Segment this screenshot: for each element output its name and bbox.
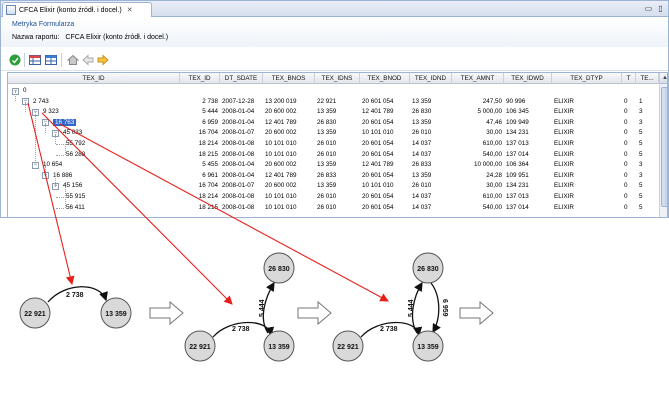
edge-label: 2 738: [232, 326, 250, 333]
edge-label: 2 738: [380, 326, 398, 333]
edge-label: 2 738: [66, 292, 84, 299]
link-arrow-stage1: [27, 102, 75, 286]
node-label: 13 359: [268, 344, 290, 351]
edge-label: 6 959: [441, 299, 448, 317]
edge-label: 5 444: [408, 299, 415, 317]
node-label: 26 830: [417, 266, 439, 273]
next-stage-arrow: [149, 300, 184, 326]
transaction-graph-diagram: 2 738 22 921 13 359 2 738 5 444 22 921 1…: [19, 102, 494, 362]
node-label: 26 830: [268, 266, 290, 273]
graph-stage-1: 2 738 22 921 13 359: [19, 286, 132, 329]
link-arrow-stage2: [41, 112, 233, 305]
graph-stage-2: 2 738 5 444 22 921 13 359 26 830: [184, 252, 295, 362]
node-label: 22 921: [189, 344, 211, 351]
link-arrow-stage3: [59, 123, 389, 302]
edge-stage3-cb: [430, 282, 441, 334]
node-label: 22 921: [24, 311, 46, 318]
next-stage-arrow: [459, 300, 494, 326]
node-label: 13 359: [105, 311, 127, 318]
graph-stage-3: 2 738 5 444 6 959 22 921 13 359 26 830: [332, 252, 448, 362]
next-stage-arrow: [297, 300, 332, 326]
edge-label: 5 444: [259, 299, 266, 317]
node-label: 22 921: [337, 344, 359, 351]
node-label: 13 359: [417, 344, 439, 351]
